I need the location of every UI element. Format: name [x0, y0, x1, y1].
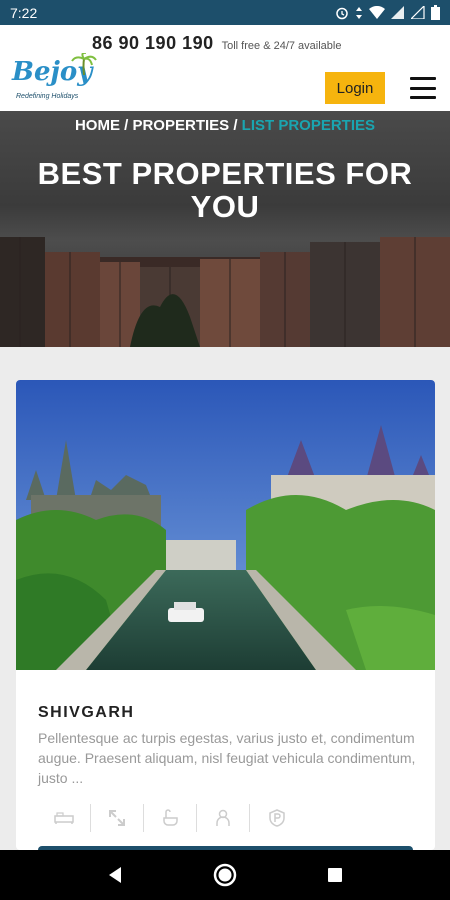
breadcrumb-home[interactable]: HOME: [75, 117, 120, 134]
breadcrumb: HOME / PROPERTIES / LIST PROPERTIES: [0, 117, 450, 134]
home-icon[interactable]: [205, 855, 245, 895]
breadcrumb-properties[interactable]: PROPERTIES: [132, 117, 229, 134]
property-card[interactable]: SHIVGARH Pellentesque ac turpis egestas,…: [16, 380, 435, 850]
hero-banner: HOME / PROPERTIES / LIST PROPERTIES BEST…: [0, 111, 450, 347]
header: 86 90 190 190 Toll free & 24/7 available…: [0, 25, 450, 111]
area-icon: [91, 804, 144, 832]
battery-icon: [431, 5, 440, 20]
palm-tree-icon: [71, 53, 97, 75]
breadcrumb-separator: /: [233, 117, 242, 134]
building-background: [0, 237, 450, 347]
page-title: BEST PROPERTIES FOR YOU: [37, 156, 413, 224]
signal-2-icon: [411, 6, 425, 19]
alarm-icon: [336, 7, 348, 19]
system-nav-bar: [0, 850, 450, 900]
back-icon[interactable]: [95, 855, 135, 895]
phone-number[interactable]: 86 90 190 190: [92, 33, 214, 54]
phone-line: 86 90 190 190 Toll free & 24/7 available: [92, 33, 341, 54]
person-icon: [197, 804, 250, 832]
status-time: 7:22: [10, 4, 38, 21]
recent-apps-icon[interactable]: [315, 855, 355, 895]
wifi-icon: [369, 6, 385, 19]
parking-icon: [250, 804, 303, 832]
signal-icon: [391, 6, 404, 19]
login-button[interactable]: Login: [325, 72, 385, 104]
logo-tagline: Redefining Holidays: [16, 93, 79, 100]
logo[interactable]: Bejoy Redefining Holidays: [12, 53, 98, 109]
status-icons: [335, 5, 440, 20]
status-bar: 7:22: [0, 0, 450, 25]
data-arrows-icon: [356, 6, 362, 19]
phone-note: Toll free & 24/7 available: [221, 40, 342, 52]
property-description: Pellentesque ac turpis egestas, varius j…: [38, 730, 416, 786]
bed-icon: [38, 804, 91, 832]
breadcrumb-current: LIST PROPERTIES: [241, 117, 376, 134]
property-image[interactable]: [16, 380, 435, 670]
bath-icon: [144, 804, 197, 832]
hamburger-menu-icon[interactable]: [410, 77, 436, 99]
amenities-row: [38, 804, 318, 832]
property-name[interactable]: SHIVGARH: [38, 704, 134, 722]
